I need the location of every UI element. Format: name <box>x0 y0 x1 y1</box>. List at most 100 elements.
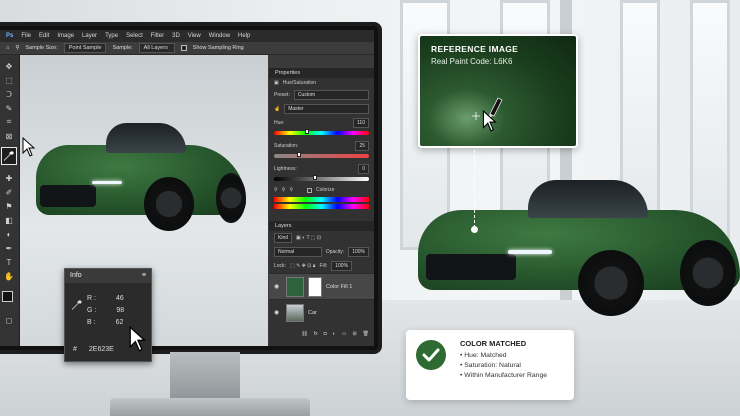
visibility-eye-icon[interactable]: ◉ <box>274 309 282 316</box>
quick-select-tool-icon[interactable]: ✎ <box>2 101 16 115</box>
adjustment-icon: ▣ <box>274 80 279 86</box>
match-title: COLOR MATCHED <box>460 339 527 348</box>
menu-image[interactable]: Image <box>57 33 74 39</box>
reference-image-card: REFERENCE IMAGE Real Paint Code: L6K6 <box>418 34 578 148</box>
opacity-input[interactable]: 100% <box>348 247 369 257</box>
eyedropper-minus-icon[interactable]: ⚲ <box>289 187 293 193</box>
colorize-row: ⚲ ⚲ ⚲ Colorize <box>269 185 374 195</box>
options-bar: ⌂ ⚲ Sample Size: Point Sample Sample: Al… <box>0 42 374 55</box>
monitor-stand-base <box>110 398 310 416</box>
callout-line <box>474 150 475 228</box>
move-tool-icon[interactable]: ✥ <box>2 59 16 73</box>
sample-size-select[interactable]: Point Sample <box>63 43 107 53</box>
reference-subtitle: Real Paint Code: L6K6 <box>431 57 513 66</box>
hue-slider[interactable] <box>274 131 369 135</box>
lock-icons[interactable]: ⬚ ✎ ✥ ⊡ 🔒︎ <box>290 263 316 269</box>
brush-tool-icon[interactable]: ✐ <box>2 185 16 199</box>
match-item: • Hue: Matched <box>460 352 507 359</box>
trash-icon[interactable]: 🗑︎ <box>363 331 369 337</box>
channel-select[interactable]: Master <box>284 104 369 114</box>
home-icon[interactable]: ⌂ <box>6 45 9 51</box>
reference-car <box>418 170 740 316</box>
adjustment-layer-icon[interactable]: ◐ <box>333 331 336 337</box>
blend-mode-select[interactable]: Normal <box>274 247 322 257</box>
lightness-slider-thumb[interactable] <box>313 175 317 180</box>
layer-actions: ⛓ fx ◘ ◐ ▭ ⊞ 🗑︎ <box>269 325 374 339</box>
preset-select[interactable]: Custom <box>293 90 369 100</box>
menu-window[interactable]: Window <box>209 33 230 39</box>
channel-row: ☝ Master <box>269 102 374 116</box>
quick-mask-icon[interactable]: ◻ <box>2 313 16 327</box>
eyedropper-tool-icon[interactable] <box>1 147 17 165</box>
menu-filter[interactable]: Filter <box>151 33 164 39</box>
type-tool-icon[interactable]: T <box>2 255 16 269</box>
new-layer-icon[interactable]: ⊞ <box>352 331 356 337</box>
toolbar: ✥ ⬚ ᑐ ✎ ⌗ ⊠ ✚ ✐ ⚑ ◧ ◐ ✒ T ✋ ◻ <box>0 55 20 346</box>
layer-kind-select[interactable]: Kind <box>274 233 293 243</box>
hue-value-input[interactable]: 110 <box>353 118 369 128</box>
show-ring-checkbox[interactable] <box>180 45 187 51</box>
healing-tool-icon[interactable]: ✚ <box>2 171 16 185</box>
layer-row[interactable]: ◉ Color Fill 1 <box>269 273 374 299</box>
visibility-eye-icon[interactable]: ◉ <box>274 283 282 290</box>
match-item: • Saturation: Natural <box>460 362 521 369</box>
eyedropper-option-icon[interactable]: ⚲ <box>15 45 19 51</box>
info-panel-header[interactable]: Info ≡ <box>65 269 151 283</box>
info-b-label: B : <box>87 319 96 326</box>
info-b-value: 62 <box>115 319 124 326</box>
panel-menu-icon[interactable]: ≡ <box>142 272 146 280</box>
menu-file[interactable]: File <box>21 33 31 39</box>
menu-view[interactable]: View <box>188 33 201 39</box>
show-ring-label: Show Sampling Ring <box>192 45 244 51</box>
saturation-slider[interactable] <box>274 154 369 158</box>
check-icon <box>416 340 446 370</box>
app-icon[interactable]: Ps <box>6 33 13 39</box>
crop-tool-icon[interactable]: ⌗ <box>2 115 16 129</box>
menu-edit[interactable]: Edit <box>39 33 49 39</box>
hue-label: Hue: <box>274 120 285 126</box>
layer-name: Car <box>308 309 317 316</box>
colorize-checkbox[interactable] <box>307 187 313 193</box>
folder-icon[interactable]: ▭ <box>342 331 347 337</box>
eraser-tool-icon[interactable]: ◧ <box>2 213 16 227</box>
gradient-tool-icon[interactable]: ◐ <box>2 227 16 241</box>
hue-spectrum-top <box>274 197 369 202</box>
menu-select[interactable]: Select <box>126 33 143 39</box>
info-hex-label: # <box>73 346 77 353</box>
menu-type[interactable]: Type <box>105 33 118 39</box>
filter-icons[interactable]: ▣ ◐ T ⬚ ⊡ <box>296 235 321 241</box>
hand-adjust-icon[interactable]: ☝ <box>274 106 280 112</box>
lightness-slider[interactable] <box>274 177 369 181</box>
layer-row[interactable]: ◉ Car <box>269 299 374 325</box>
frame-tool-icon[interactable]: ⊠ <box>2 129 16 143</box>
foreground-color-swatch[interactable] <box>2 291 13 302</box>
marquee-tool-icon[interactable]: ⬚ <box>2 73 16 87</box>
sample-select[interactable]: All Layers <box>138 43 175 53</box>
mask-icon[interactable]: ◘ <box>324 331 327 337</box>
lightness-label: Lightness: <box>274 166 297 172</box>
pen-tool-icon[interactable]: ✒ <box>2 241 16 255</box>
lightness-value-input[interactable]: 0 <box>358 164 369 174</box>
saturation-row: Saturation: 25 <box>269 139 374 153</box>
layers-tab[interactable]: Layers <box>269 221 374 231</box>
colorize-label: Colorize <box>316 187 335 193</box>
lock-label: Lock: <box>274 263 286 269</box>
fill-input[interactable]: 100% <box>331 261 353 271</box>
hand-tool-icon[interactable]: ✋ <box>2 269 16 283</box>
menu-layer[interactable]: Layer <box>82 33 97 39</box>
eyedropper-icon[interactable]: ⚲ <box>274 187 278 193</box>
eyedropper-plus-icon[interactable]: ⚲ <box>282 187 286 193</box>
hue-slider-thumb[interactable] <box>305 129 309 134</box>
stamp-tool-icon[interactable]: ⚑ <box>2 199 16 213</box>
saturation-slider-thumb[interactable] <box>297 152 301 157</box>
saturation-value-input[interactable]: 25 <box>355 141 369 151</box>
lasso-tool-icon[interactable]: ᑐ <box>2 87 16 101</box>
menu-3d[interactable]: 3D <box>172 33 180 39</box>
blend-row: Normal Opacity: 100% <box>269 245 374 259</box>
properties-tab[interactable]: Properties <box>269 68 374 78</box>
fx-icon[interactable]: fx <box>314 331 318 337</box>
link-icon[interactable]: ⛓ <box>301 331 307 337</box>
match-list: • Hue: Matched • Saturation: Natural • W… <box>460 352 547 382</box>
mouse-cursor-icon <box>129 326 147 352</box>
menu-help[interactable]: Help <box>238 33 250 39</box>
